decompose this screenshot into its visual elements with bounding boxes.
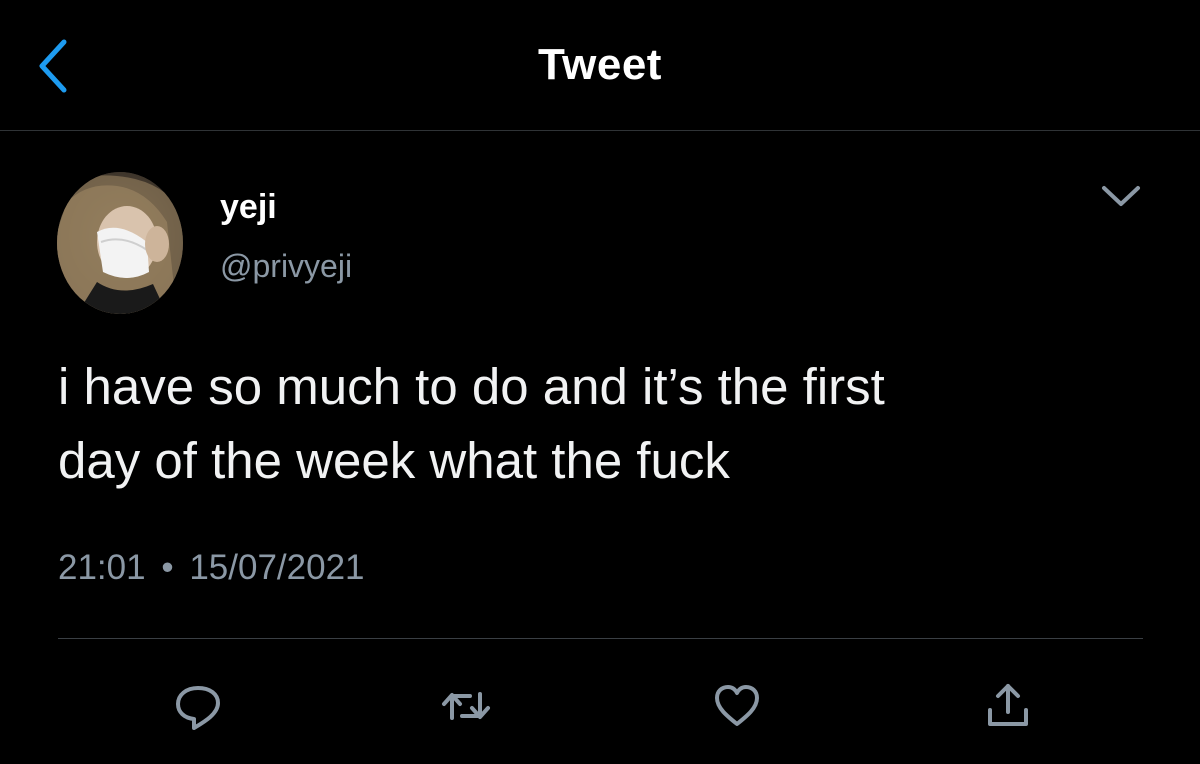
avatar[interactable]: [57, 172, 183, 314]
avatar-photo: [57, 172, 183, 314]
heart-icon: [715, 685, 759, 726]
reply-button[interactable]: [170, 678, 226, 734]
tweet-text: i have so much to do and it’s the first …: [58, 350, 1158, 498]
timestamp-separator: •: [161, 548, 174, 587]
share-icon: [988, 684, 1028, 726]
share-button[interactable]: [980, 678, 1036, 734]
tweet-text-line: i have so much to do and it’s the first: [58, 358, 885, 415]
user-handle[interactable]: @privyeji: [220, 248, 352, 285]
chevron-down-icon: [1102, 186, 1140, 206]
tweet-timestamp[interactable]: 21:01 • 15/07/2021: [58, 548, 365, 588]
retweet-icon: [442, 692, 490, 720]
more-options-button[interactable]: [1098, 176, 1144, 216]
content-divider: [58, 638, 1143, 639]
top-nav-bar: Tweet: [0, 0, 1200, 130]
page-title: Tweet: [538, 40, 662, 89]
tweet-date: 15/07/2021: [189, 548, 365, 587]
like-button[interactable]: [709, 678, 765, 734]
tweet-time: 21:01: [58, 548, 146, 587]
header-divider: [0, 130, 1200, 131]
tweet-text-line: day of the week what the fuck: [58, 432, 730, 489]
reply-icon: [176, 686, 220, 730]
display-name[interactable]: yeji: [220, 188, 277, 227]
retweet-button[interactable]: [438, 678, 494, 734]
